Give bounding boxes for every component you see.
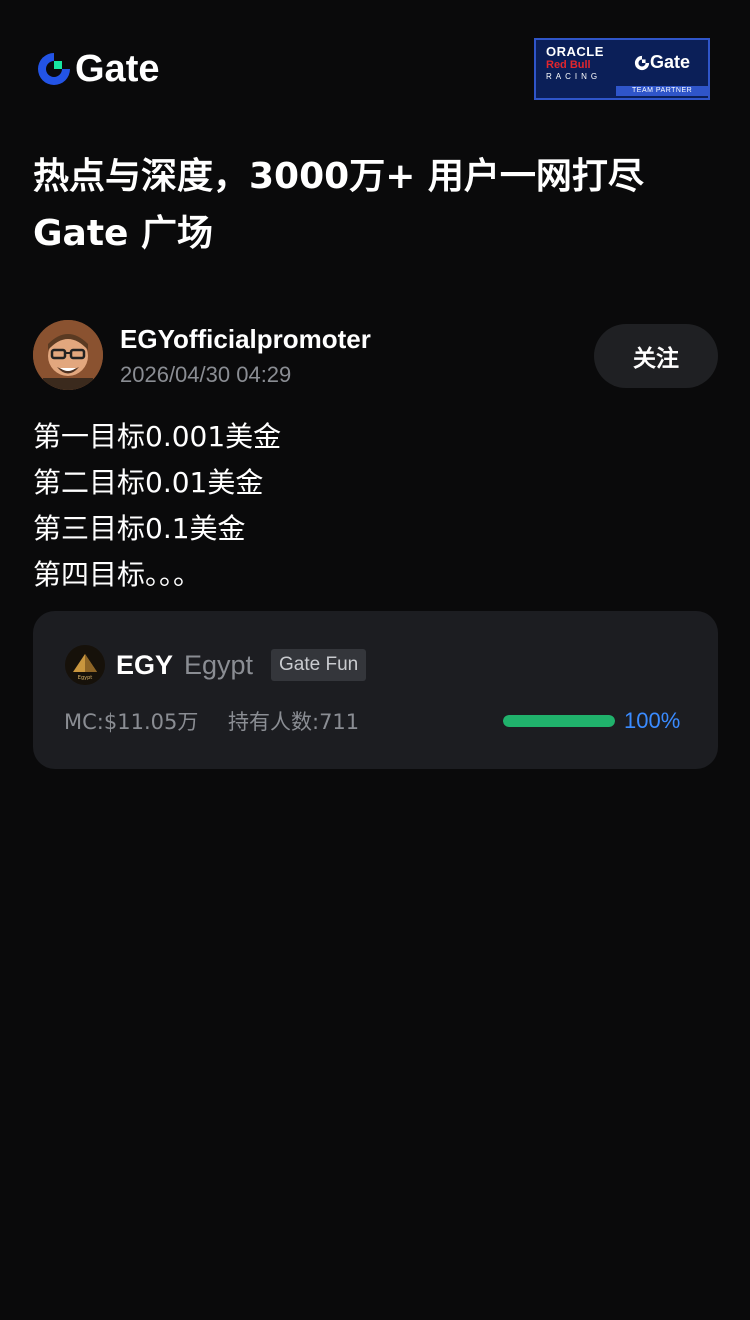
app-header: Gate ORACLE Red Bull RACING Gate TEAM PA… [0,0,750,130]
partner-oracle-text: ORACLE [546,44,604,59]
oracle-redbull-partner-badge: ORACLE Red Bull RACING Gate TEAM PARTNER [534,38,710,100]
partner-racing-text: RACING [546,72,602,81]
post-line: 第二目标0.01美金 [33,466,264,499]
token-card[interactable]: Egypt EGY Egypt Gate Fun MC:$11.05万 持有人数… [33,611,718,769]
holders-count: 持有人数:711 [228,710,360,734]
gate-logo-small-icon [634,55,650,70]
gate-logo[interactable]: Gate [36,48,159,90]
post-content: 第一目标0.001美金 第二目标0.01美金 第三目标0.1美金 第四目标。。。 [33,414,723,598]
token-icon: Egypt [65,645,105,685]
post-author: EGYofficialpromoter 2026/04/30 04:29 关注 [33,320,718,392]
gate-logo-icon [38,53,70,85]
team-partner-strip: TEAM PARTNER [616,86,708,96]
partner-redbull-text: Red Bull [546,59,591,71]
pyramid-icon: Egypt [65,645,105,685]
avatar-image [33,320,103,390]
token-name: Egypt [184,650,254,680]
token-tag: Gate Fun [271,649,367,681]
post-timestamp: 2026/04/30 04:29 [120,362,292,387]
team-partner-text: TEAM PARTNER [632,87,693,94]
avatar[interactable] [33,320,103,390]
partner-gate-logo: Gate [634,52,690,73]
progress-bar [503,715,615,727]
partner-gate-text: Gate [650,52,691,72]
headline-line-1: 热点与深度，3000万+ 用户一网打尽 [33,156,644,197]
author-name[interactable]: EGYofficialpromoter [120,322,371,356]
headline-line-2: Gate 广场 [33,213,214,254]
market-cap: MC:$11.05万 [64,710,199,734]
post-line: 第一目标0.001美金 [33,420,282,453]
progress-fill [503,715,615,727]
post-line: 第三目标0.1美金 [33,512,246,545]
brand-name: Gate [75,48,160,90]
follow-button[interactable]: 关注 [594,324,718,388]
token-icon-caption: Egypt [78,675,92,681]
page-headline: 热点与深度，3000万+ 用户一网打尽 Gate 广场 [33,148,723,262]
progress-percent: 100% [624,708,681,733]
token-symbol: EGY [116,650,174,680]
post-line: 第四目标。。。 [33,558,202,591]
